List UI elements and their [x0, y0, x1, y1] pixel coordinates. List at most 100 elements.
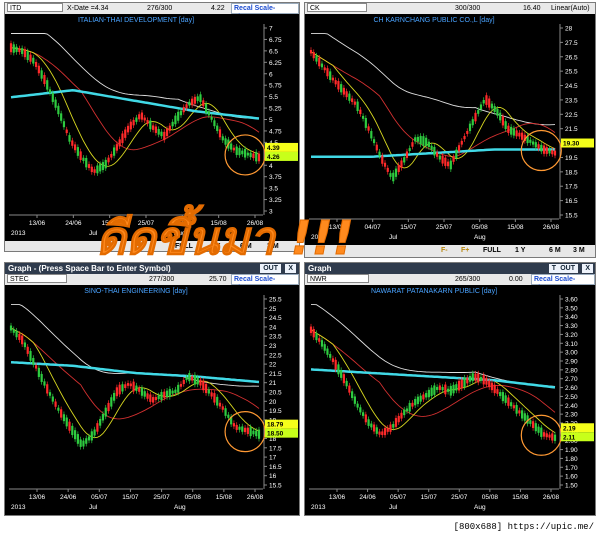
chart-panel-itd: ITD X-Date =4.34 276/300 4.22 Recal Scal…: [4, 2, 300, 252]
price-chart[interactable]: SINO-THAI ENGINEERING [day] 25.5 25 24.5 24 2…: [5, 285, 299, 515]
range-6m-button[interactable]: 6 M: [240, 241, 252, 251]
y-tick-label: 2.60: [565, 385, 578, 392]
candle-body: [466, 130, 469, 134]
x-tick-label: 15/07: [102, 220, 119, 227]
price-tag-label: 4.26: [267, 154, 280, 161]
y-tick-label: 24.5: [565, 83, 578, 90]
candle-body: [471, 119, 474, 126]
y-tick-label: 22: [269, 362, 277, 369]
price-tag-label: 18.79: [267, 422, 284, 429]
range-1y-button[interactable]: 1 Y: [515, 245, 525, 257]
range-full-button[interactable]: FULL: [175, 241, 193, 251]
price-chart[interactable]: CH KARNCHANG PUBLIC CO.,L [day] 28 27.5 26.…: [305, 14, 595, 245]
x-tick-label: 24/06: [60, 494, 77, 501]
candle-body: [381, 431, 384, 436]
candle-body: [165, 390, 169, 398]
candle-body: [531, 141, 535, 145]
candle-body: [71, 425, 74, 436]
candle-body: [359, 407, 362, 413]
y-tick-label: 22.5: [269, 352, 282, 359]
y-tick-label: 2.30: [565, 412, 578, 419]
range-1y-button[interactable]: 1 Y: [210, 241, 220, 251]
candle-body: [48, 392, 52, 396]
candle-body: [512, 128, 515, 136]
out-button[interactable]: OUT: [260, 264, 281, 273]
candle-body: [177, 111, 180, 121]
candle-body: [326, 348, 329, 355]
candle-body: [193, 374, 197, 385]
symbol-input[interactable]: NWR: [307, 274, 369, 283]
candle-body: [246, 152, 249, 156]
candle-body: [160, 131, 163, 137]
candle-body: [43, 381, 46, 386]
y-tick-label: 18.5: [565, 169, 578, 176]
candle-body: [101, 162, 105, 170]
scale-button[interactable]: Recal Scale-Linear: [231, 274, 299, 292]
y-tick-label: 2.40: [565, 403, 578, 410]
out-button[interactable]: OUT: [557, 264, 578, 273]
candle-body: [34, 365, 38, 369]
candle-body: [79, 439, 82, 447]
candle-body: [463, 135, 466, 140]
candle-body: [551, 150, 554, 155]
y-tick-label: 25.5: [565, 69, 578, 76]
candle-body: [68, 135, 71, 142]
x-tick-label: 25/07: [451, 494, 468, 501]
range-full-button[interactable]: FULL: [483, 245, 501, 257]
candle-body: [340, 370, 343, 378]
range-3m-button[interactable]: 3 M: [267, 241, 279, 251]
month-label: Aug: [474, 504, 486, 511]
candle-body: [21, 335, 24, 345]
candle-body: [96, 423, 99, 432]
range-6m-button[interactable]: 6 M: [549, 245, 561, 257]
candle-body: [132, 381, 135, 392]
price-tag-label: 18.50: [267, 431, 284, 438]
candle-body: [140, 387, 144, 396]
candle-body: [85, 158, 88, 168]
y-tick-label: 19.5: [269, 408, 282, 415]
candle-body: [138, 114, 141, 120]
candle-body: [57, 105, 60, 115]
x-date-readout: X-Date =4.34: [67, 5, 109, 12]
year-label: 2013: [311, 504, 326, 511]
candle-body: [216, 396, 219, 406]
candle-body: [468, 123, 472, 132]
symbol-input[interactable]: CK: [307, 3, 367, 12]
candle-body: [118, 139, 121, 147]
candle-body: [361, 412, 365, 416]
scale-button[interactable]: Recal Scale-Linear: [231, 3, 299, 21]
candle-body: [149, 120, 152, 130]
candle-body: [507, 397, 510, 406]
candle-body: [444, 157, 447, 166]
zoom-out-button[interactable]: F-: [441, 245, 448, 257]
candle-body: [193, 96, 197, 104]
scale-button[interactable]: Recal Scale-Linear: [531, 274, 595, 292]
zoom-in-button[interactable]: F+: [461, 245, 469, 257]
candle-body: [309, 326, 313, 334]
candle-body: [455, 149, 458, 159]
symbol-input[interactable]: STEC: [7, 274, 67, 283]
price-chart[interactable]: ITALIAN-THAI DEVELOPMENT [day] 7 6.75 6.5 6.…: [5, 14, 299, 241]
candle-body: [394, 418, 398, 427]
candle-body: [232, 423, 236, 427]
close-button[interactable]: X: [582, 264, 593, 273]
range-3m-button[interactable]: 3 M: [573, 245, 585, 257]
candle-body: [493, 384, 496, 394]
screenshot-frame: ITD X-Date =4.34 276/300 4.22 Recal Scal…: [0, 0, 600, 534]
candle-body: [342, 87, 345, 95]
candle-body: [436, 386, 439, 390]
candle-body: [386, 427, 389, 432]
symbol-input[interactable]: ITD: [7, 3, 63, 12]
price-chart[interactable]: NAWARAT PATANAKARN PUBLIC [day] 3.60 3.50 3…: [305, 285, 595, 515]
candle-body: [405, 151, 409, 158]
y-tick-label: 3.30: [565, 323, 578, 330]
candle-body: [179, 383, 183, 387]
x-tick-label: 24/06: [359, 494, 376, 501]
close-button[interactable]: X: [285, 264, 296, 273]
candle-body: [315, 55, 318, 62]
candle-body: [218, 402, 222, 407]
scale-button[interactable]: Linear(Auto): [551, 3, 590, 14]
x-tick-label: 26/08: [247, 220, 264, 227]
candle-body: [337, 81, 340, 90]
y-tick-label: 17.5: [269, 445, 282, 452]
